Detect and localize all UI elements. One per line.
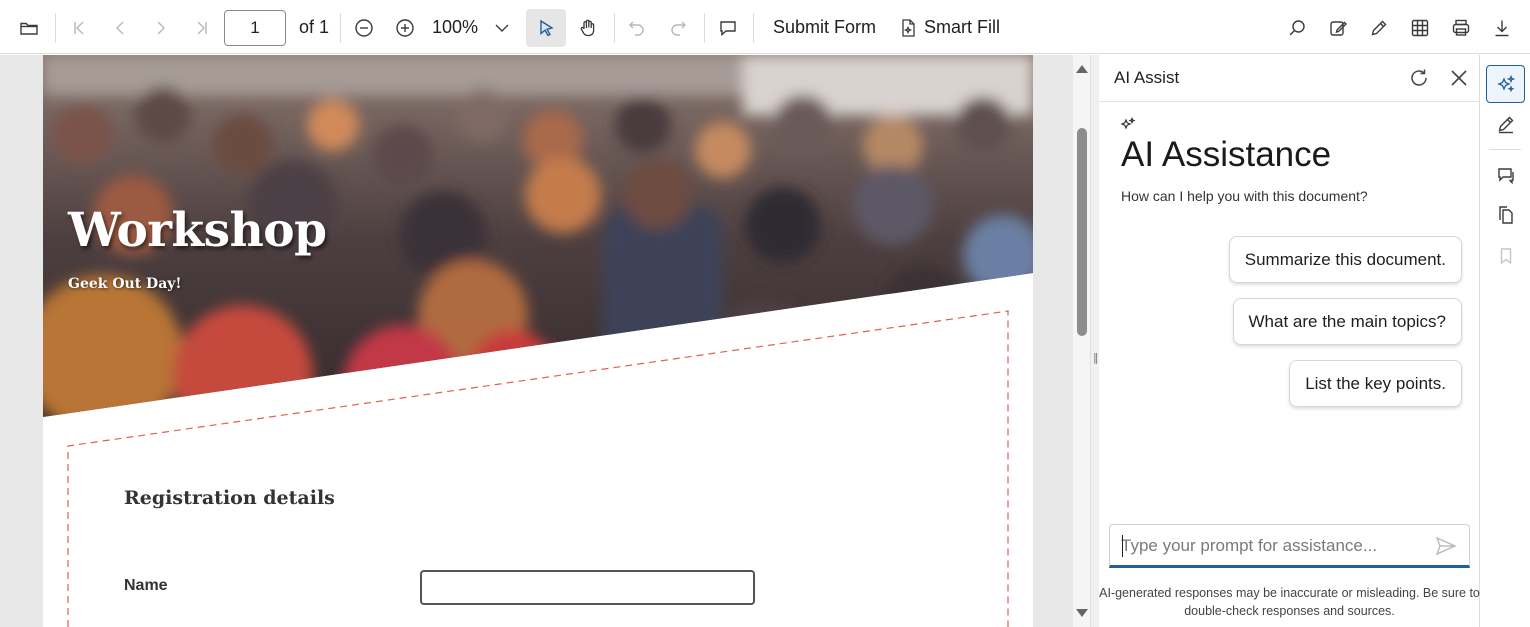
comment-icon[interactable] <box>709 9 747 47</box>
document-viewer[interactable]: Workshop Geek Out Day! Registration deta… <box>0 55 1090 627</box>
send-icon[interactable] <box>1435 536 1457 556</box>
prompt-box <box>1109 524 1470 568</box>
banner-subtitle: Geek Out Day! <box>68 276 182 292</box>
scroll-up-icon[interactable] <box>1076 65 1088 73</box>
sparkle-icon <box>1120 116 1136 133</box>
ai-help-text: How can I help you with this document? <box>1121 188 1368 204</box>
page-count-label: of 1 <box>299 17 330 37</box>
toolbar-separator <box>340 13 341 43</box>
toolbar-separator <box>614 13 615 43</box>
right-side-rail <box>1481 55 1530 627</box>
ai-panel-title: AI Assist <box>1114 68 1180 87</box>
folder-open-icon[interactable] <box>10 9 48 47</box>
previous-page-icon[interactable] <box>101 9 139 47</box>
search-icon[interactable] <box>1278 9 1316 47</box>
edit-annotation-icon[interactable] <box>1319 9 1357 47</box>
print-icon[interactable] <box>1442 9 1480 47</box>
vertical-scrollbar[interactable] <box>1073 55 1090 627</box>
rail-separator <box>1489 149 1521 150</box>
last-page-icon[interactable] <box>183 9 221 47</box>
disclaimer-line-2: double-check responses and sources. <box>1184 604 1395 618</box>
banner-title: Workshop <box>68 203 327 258</box>
section-title: Registration details <box>124 487 335 509</box>
download-icon[interactable] <box>1483 9 1521 47</box>
text-caret <box>1122 535 1123 557</box>
first-page-icon[interactable] <box>60 9 98 47</box>
submit-form-button[interactable]: Submit Form <box>773 17 876 38</box>
pdf-page: Workshop Geek Out Day! Registration deta… <box>43 55 1033 627</box>
select-cursor-icon[interactable] <box>526 9 566 47</box>
prompt-input[interactable] <box>1121 533 1421 559</box>
splitter-grip-icon[interactable]: ‖ <box>1093 351 1099 364</box>
page-number-input[interactable]: 1 <box>224 10 286 46</box>
ai-heading: AI Assistance <box>1121 135 1332 174</box>
pen-icon[interactable] <box>1360 9 1398 47</box>
name-field[interactable] <box>420 570 755 605</box>
ai-panel-header: AI Assist <box>1099 55 1480 102</box>
ai-assist-icon[interactable] <box>1486 65 1525 103</box>
pan-hand-icon[interactable] <box>569 9 607 47</box>
undo-icon[interactable] <box>618 9 656 47</box>
chevron-down-icon[interactable] <box>484 9 520 47</box>
comments-icon[interactable] <box>1486 156 1525 194</box>
toolbar-separator <box>55 13 56 43</box>
zoom-in-icon[interactable] <box>386 9 424 47</box>
rail-pen-icon[interactable] <box>1486 105 1525 143</box>
scroll-down-icon[interactable] <box>1076 609 1088 617</box>
panel-splitter[interactable]: ‖ <box>1090 55 1099 627</box>
name-label: Name <box>124 577 168 594</box>
smart-fill-icon[interactable] <box>895 9 921 47</box>
bookmark-icon[interactable] <box>1486 237 1525 275</box>
suggestion-key-points[interactable]: List the key points. <box>1289 360 1462 407</box>
zoom-out-icon[interactable] <box>345 9 383 47</box>
refresh-icon[interactable] <box>1408 67 1430 89</box>
scroll-thumb[interactable] <box>1077 128 1087 336</box>
main-toolbar: 1 of 1 100% Submit Form Smart Fill <box>0 0 1530 54</box>
suggestion-summarize[interactable]: Summarize this document. <box>1228 236 1462 283</box>
next-page-icon[interactable] <box>142 9 180 47</box>
toolbar-separator <box>704 13 705 43</box>
form-fields-icon[interactable] <box>1401 9 1439 47</box>
toolbar-separator <box>753 13 754 43</box>
redo-icon[interactable] <box>659 9 697 47</box>
ai-assist-panel: AI Assist AI Assistance How can I help y… <box>1099 55 1480 627</box>
close-icon[interactable] <box>1448 67 1470 89</box>
ai-disclaimer: AI-generated responses may be inaccurate… <box>1099 584 1480 620</box>
disclaimer-line-1: AI-generated responses may be inaccurate… <box>1099 586 1480 600</box>
pages-icon[interactable] <box>1486 196 1525 234</box>
zoom-level[interactable]: 100% <box>432 17 478 38</box>
smart-fill-button[interactable]: Smart Fill <box>924 17 1000 38</box>
suggestion-main-topics[interactable]: What are the main topics? <box>1232 298 1462 345</box>
